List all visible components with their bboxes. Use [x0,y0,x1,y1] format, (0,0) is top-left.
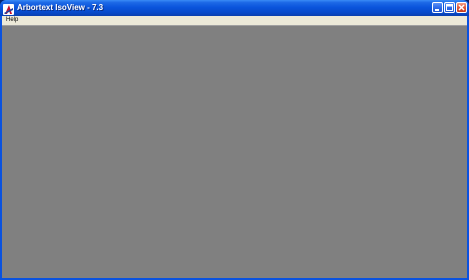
maximize-button[interactable] [444,2,455,13]
minimize-icon [435,9,439,11]
app-window: Arbortext IsoView - 7.3 Help [0,0,469,280]
close-icon [458,4,465,11]
minimize-button[interactable] [432,2,443,13]
menu-help[interactable]: Help [6,16,18,25]
window-title: Arbortext IsoView - 7.3 [17,3,104,12]
workspace-area[interactable] [2,25,467,278]
arbortext-app-icon[interactable] [3,2,14,15]
maximize-icon [446,4,453,11]
menu-bar: Help [2,16,467,25]
title-bar[interactable]: Arbortext IsoView - 7.3 [0,0,469,16]
close-button[interactable] [456,2,467,13]
